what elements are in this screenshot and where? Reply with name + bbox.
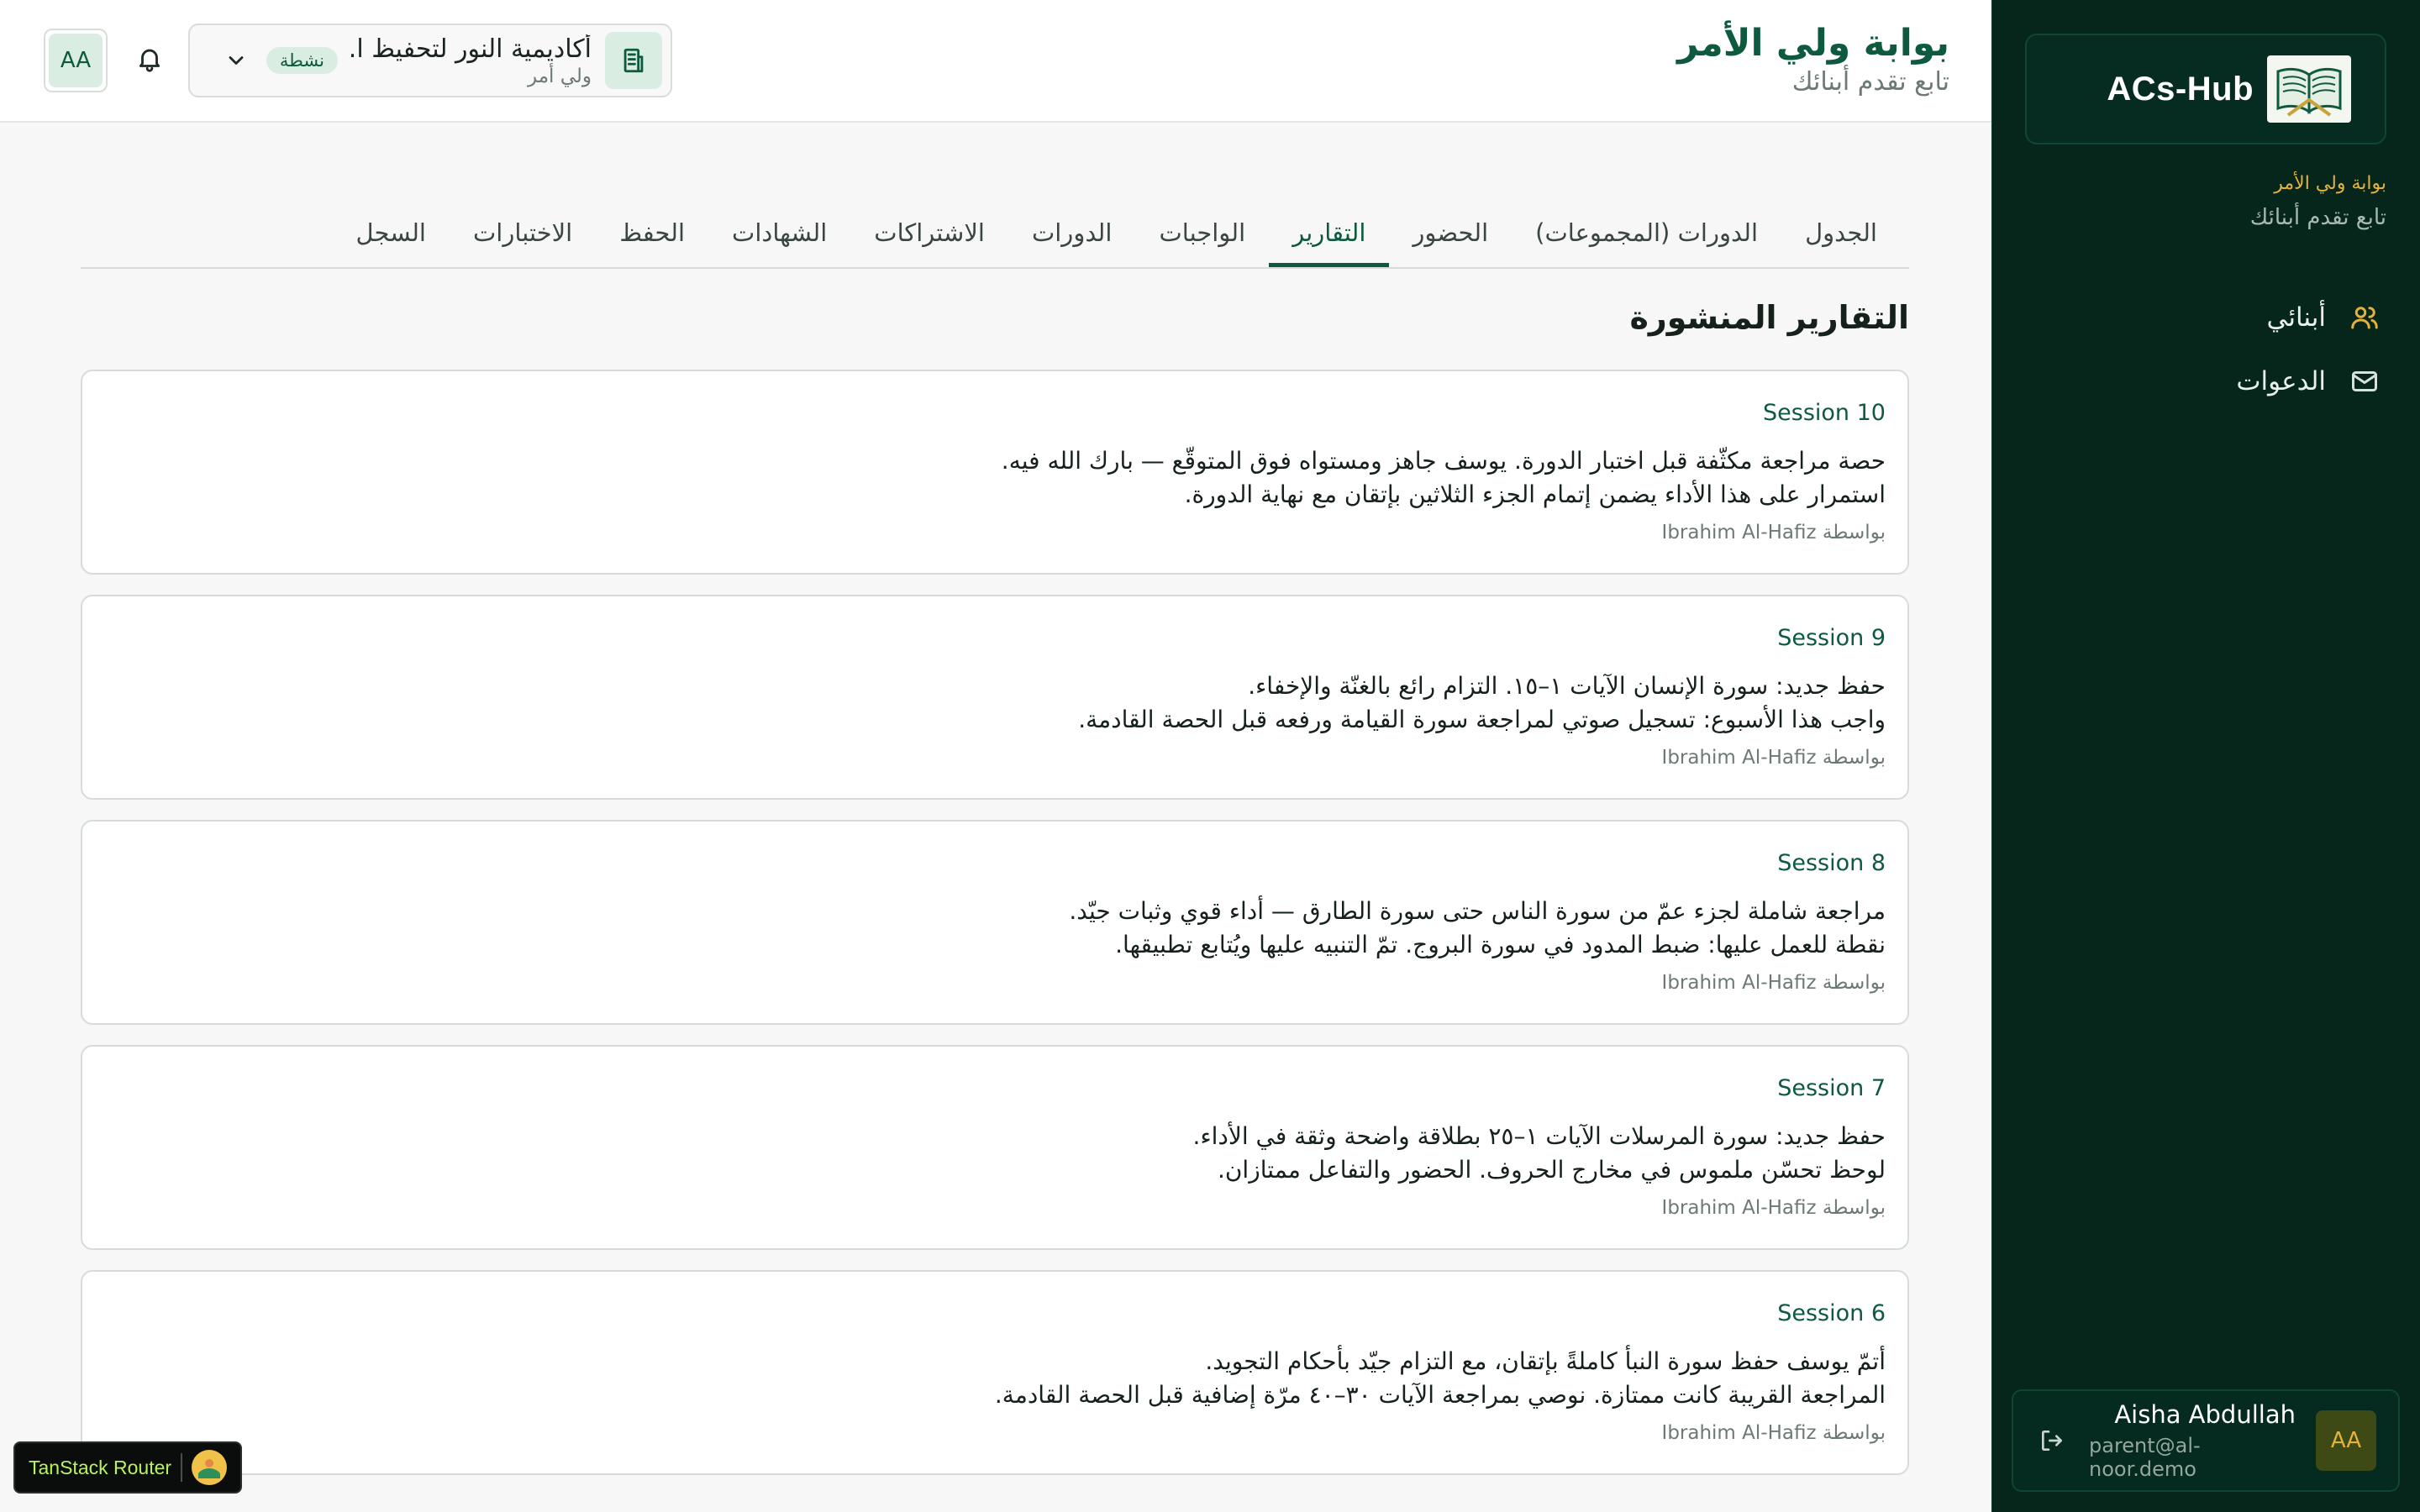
tab-course-groups[interactable]: الدورات (المجموعات) <box>1512 208 1781 267</box>
brand-name: ACs-Hub <box>2107 70 2254 108</box>
report-line: واجب هذا الأسبوع: تسجيل صوتي لمراجعة سور… <box>1078 706 1886 733</box>
tab-memorization[interactable]: الحفظ <box>596 208 708 267</box>
report-line: استمرار على هذا الأداء يضمن إتمام الجزء … <box>1184 480 1886 508</box>
sidebar-item-invitations[interactable]: الدعوات <box>2025 349 2386 413</box>
status-badge: نشطة <box>266 47 338 74</box>
tab-schedule[interactable]: الجدول <box>1781 208 1901 267</box>
tab-attendance[interactable]: الحضور <box>1389 208 1512 267</box>
user-meta: Aisha Abdullah parent@al-noor.demo <box>2089 1400 2296 1481</box>
report-card: Session 10 حصة مراجعة مكثّفة قبل اختبار … <box>81 370 1909 575</box>
report-title: Session 10 <box>1763 400 1886 426</box>
report-body: حصة مراجعة مكثّفة قبل اختبار الدورة. يوس… <box>104 444 1886 512</box>
building-icon <box>605 32 662 89</box>
org-text: أكاديمية النور لتحفيظ ا... ولي أمر <box>351 34 592 87</box>
page-subtitle: تابع تقدم أبنائك <box>1791 67 1949 97</box>
devtools-label: TanStack Router <box>29 1456 172 1478</box>
divider <box>181 1453 183 1482</box>
tab-reports[interactable]: التقارير <box>1269 208 1390 267</box>
user-name: Aisha Abdullah <box>2114 1400 2296 1429</box>
sidebar-item-label: أبنائي <box>2266 302 2326 333</box>
tab-exams[interactable]: الاختبارات <box>450 208 596 267</box>
organization-switcher[interactable]: أكاديمية النور لتحفيظ ا... ولي أمر نشطة <box>188 24 672 97</box>
tab-courses[interactable]: الدورات <box>1008 208 1135 267</box>
tab-bar: الجدول الدورات (المجموعات) الحضور التقار… <box>81 208 1909 269</box>
tab-log[interactable]: السجل <box>333 208 450 267</box>
quran-book-logo-icon <box>2267 55 2351 123</box>
users-icon <box>2348 301 2381 334</box>
sidebar-item-my-children[interactable]: أبنائي <box>2025 286 2386 349</box>
report-card: Session 7 حفظ جديد: سورة المرسلات الآيات… <box>81 1045 1909 1250</box>
report-author: بواسطة Ibrahim Al-Hafiz <box>1661 1422 1886 1444</box>
avatar: AA <box>49 34 103 87</box>
reports-list: Session 10 حصة مراجعة مكثّفة قبل اختبار … <box>81 370 1909 1495</box>
report-title: Session 8 <box>1777 850 1886 876</box>
page-title: بوابة ولي الأمر <box>1677 22 1949 65</box>
report-line: حفظ جديد: سورة المرسلات الآيات ١–٢٥ بطلا… <box>1192 1122 1886 1150</box>
user-email: parent@al-noor.demo <box>2089 1434 2201 1481</box>
report-body: أتمّ يوسف حفظ سورة النبأ كاملةً بإتقان، … <box>104 1345 1886 1412</box>
org-role: ولي أمر <box>528 65 592 87</box>
report-line: حصة مراجعة مكثّفة قبل اختبار الدورة. يوس… <box>1001 447 1886 475</box>
router-devtools-toggle[interactable]: TanStack Router <box>13 1441 242 1494</box>
report-title: Session 9 <box>1777 625 1886 651</box>
report-line: مراجعة شاملة لجزء عمّ من سورة الناس حتى … <box>1069 897 1886 925</box>
section-title: التقارير المنشورة <box>1629 299 1909 336</box>
report-author: بواسطة Ibrahim Al-Hafiz <box>1661 522 1886 543</box>
report-line: لوحظ تحسّن ملموس في مخارج الحروف. الحضور… <box>1217 1156 1886 1184</box>
tab-subscriptions[interactable]: الاشتراكات <box>850 208 1008 267</box>
top-header: بوابة ولي الأمر تابع تقدم أبنائك AA أكاد… <box>0 0 1991 123</box>
sidebar-nav: أبنائي الدعوات <box>2025 286 2386 413</box>
report-line: المراجعة القريبة كانت ممتازة. نوصي بمراج… <box>994 1381 1886 1409</box>
report-body: حفظ جديد: سورة المرسلات الآيات ١–٢٥ بطلا… <box>104 1120 1886 1187</box>
tab-certificates[interactable]: الشهادات <box>708 208 850 267</box>
sidebar-eyebrow: بوابة ولي الأمر <box>2274 173 2386 194</box>
notifications-bell-icon[interactable] <box>133 42 166 76</box>
report-line: نقطة للعمل عليها: ضبط المدود في سورة الب… <box>1115 931 1886 958</box>
report-card: Session 9 حفظ جديد: سورة الإنسان الآيات … <box>81 595 1909 800</box>
tanstack-logo-icon <box>192 1450 227 1485</box>
sidebar-subtitle: تابع تقدم أبنائك <box>2249 205 2386 230</box>
mail-icon <box>2348 365 2381 398</box>
user-card: AA Aisha Abdullah parent@al-noor.demo <box>2012 1389 2400 1492</box>
org-name: أكاديمية النور لتحفيظ ا... <box>351 34 592 64</box>
user-avatar[interactable]: AA <box>2316 1410 2376 1471</box>
report-title: Session 7 <box>1777 1075 1886 1101</box>
report-author: بواسطة Ibrahim Al-Hafiz <box>1661 972 1886 994</box>
logout-icon[interactable] <box>2035 1424 2069 1457</box>
tab-homework[interactable]: الواجبات <box>1135 208 1269 267</box>
sidebar: ACs-Hub بوابة ولي الأمر تابع تقدم أبنائك… <box>1991 0 2420 1512</box>
brand-card[interactable]: ACs-Hub <box>2025 34 2386 144</box>
report-card: Session 6 أتمّ يوسف حفظ سورة النبأ كاملة… <box>81 1270 1909 1475</box>
report-body: حفظ جديد: سورة الإنسان الآيات ١–١٥. التز… <box>104 669 1886 737</box>
chevron-down-icon <box>219 44 253 77</box>
report-card: Session 8 مراجعة شاملة لجزء عمّ من سورة … <box>81 820 1909 1025</box>
report-line: أتمّ يوسف حفظ سورة النبأ كاملةً بإتقان، … <box>1205 1347 1886 1375</box>
report-body: مراجعة شاملة لجزء عمّ من سورة الناس حتى … <box>104 895 1886 962</box>
report-author: بواسطة Ibrahim Al-Hafiz <box>1661 1197 1886 1219</box>
account-avatar-button[interactable]: AA <box>44 29 108 92</box>
sidebar-item-label: الدعوات <box>2236 366 2326 396</box>
report-author: بواسطة Ibrahim Al-Hafiz <box>1661 747 1886 769</box>
report-title: Session 6 <box>1777 1300 1886 1326</box>
report-line: حفظ جديد: سورة الإنسان الآيات ١–١٥. التز… <box>1248 672 1886 700</box>
